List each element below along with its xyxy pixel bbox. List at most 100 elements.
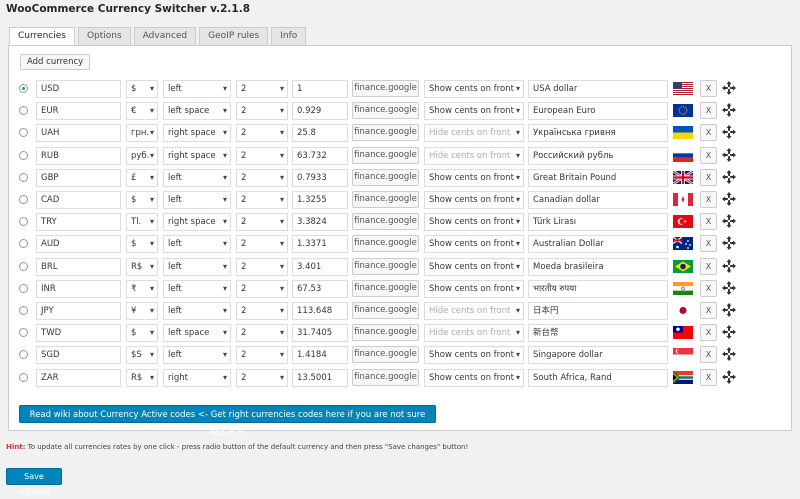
currency-code-input[interactable]: GBP bbox=[36, 168, 121, 187]
remove-currency-button[interactable]: X bbox=[700, 302, 717, 319]
finance-google-button[interactable]: finance.google bbox=[352, 346, 419, 364]
flag-icon-gb[interactable] bbox=[673, 170, 693, 184]
remove-currency-button[interactable]: X bbox=[700, 368, 717, 386]
cents-select[interactable]: Show cents on front bbox=[424, 346, 524, 365]
currency-code-input[interactable]: BRL bbox=[36, 257, 121, 276]
remove-currency-button[interactable]: X bbox=[700, 168, 717, 186]
move-icon[interactable] bbox=[722, 214, 736, 229]
remove-currency-button[interactable]: X bbox=[700, 146, 717, 164]
currency-symbol-select[interactable]: Tl. bbox=[126, 213, 158, 232]
finance-google-button[interactable]: finance.google bbox=[352, 257, 419, 275]
remove-currency-button[interactable]: X bbox=[700, 257, 717, 275]
currency-rate-input[interactable]: 67.53 bbox=[292, 279, 348, 298]
currency-symbol-select[interactable]: $ bbox=[126, 80, 158, 98]
currency-code-input[interactable]: INR bbox=[36, 279, 121, 298]
default-currency-radio[interactable] bbox=[19, 306, 28, 315]
remove-currency-button[interactable]: X bbox=[700, 80, 717, 97]
flag-icon-br[interactable] bbox=[673, 259, 693, 273]
finance-google-button[interactable]: finance.google bbox=[352, 213, 419, 231]
cents-select[interactable]: Hide cents on front bbox=[424, 302, 524, 320]
currency-position-select[interactable]: left bbox=[163, 80, 231, 98]
currency-decimals-select[interactable]: 2 bbox=[236, 257, 288, 276]
currency-description-input[interactable]: Canadian dollar bbox=[528, 191, 668, 209]
currency-code-input[interactable]: CAD bbox=[36, 191, 121, 209]
currency-decimals-select[interactable]: 2 bbox=[236, 191, 288, 209]
flag-icon-ca[interactable] bbox=[673, 193, 693, 206]
move-icon[interactable] bbox=[722, 303, 736, 317]
currency-decimals-select[interactable]: 2 bbox=[236, 368, 288, 387]
cents-select[interactable]: Show cents on front bbox=[424, 168, 524, 187]
currency-rate-input[interactable]: 0.929 bbox=[292, 102, 348, 121]
currency-description-input[interactable]: Українська гривня bbox=[528, 124, 668, 143]
currency-position-select[interactable]: right space bbox=[163, 124, 231, 143]
remove-currency-button[interactable]: X bbox=[700, 213, 717, 231]
currency-position-select[interactable]: left space bbox=[163, 324, 231, 343]
move-icon[interactable] bbox=[722, 369, 736, 384]
currency-rate-input[interactable]: 3.401 bbox=[292, 257, 348, 276]
finance-google-button[interactable]: finance.google bbox=[352, 168, 419, 186]
finance-google-button[interactable]: finance.google bbox=[352, 302, 419, 319]
currency-decimals-select[interactable]: 2 bbox=[236, 279, 288, 298]
move-icon[interactable] bbox=[722, 81, 736, 95]
tab-advanced[interactable]: Advanced bbox=[133, 27, 197, 45]
remove-currency-button[interactable]: X bbox=[700, 279, 717, 297]
currency-code-input[interactable]: RUB bbox=[36, 146, 121, 165]
currency-description-input[interactable]: Australian Dollar bbox=[528, 235, 668, 254]
currency-decimals-select[interactable]: 2 bbox=[236, 346, 288, 365]
currency-code-input[interactable]: AUD bbox=[36, 235, 121, 254]
cents-select[interactable]: Hide cents on front bbox=[424, 146, 524, 165]
currency-decimals-select[interactable]: 2 bbox=[236, 168, 288, 187]
save-changes-button[interactable]: Save changes bbox=[6, 468, 62, 496]
default-currency-radio[interactable] bbox=[19, 150, 28, 160]
finance-google-button[interactable]: finance.google bbox=[352, 324, 419, 342]
tab-info[interactable]: Info bbox=[271, 27, 307, 45]
currency-rate-input[interactable]: 1 bbox=[292, 80, 348, 98]
currency-symbol-select[interactable]: $ bbox=[126, 235, 158, 254]
default-currency-radio[interactable] bbox=[19, 328, 28, 338]
remove-currency-button[interactable]: X bbox=[700, 191, 717, 208]
default-currency-radio[interactable] bbox=[19, 217, 28, 227]
flag-icon-jp[interactable] bbox=[673, 304, 693, 317]
default-currency-radio[interactable] bbox=[19, 128, 28, 138]
currency-decimals-select[interactable]: 2 bbox=[236, 102, 288, 121]
currency-rate-input[interactable]: 0.7933 bbox=[292, 168, 348, 187]
currency-description-input[interactable]: Moeda brasileira bbox=[528, 257, 668, 276]
currency-rate-input[interactable]: 63.732 bbox=[292, 146, 348, 165]
finance-google-button[interactable]: finance.google bbox=[352, 124, 419, 142]
currency-description-input[interactable]: Российский рубль bbox=[528, 146, 668, 165]
cents-select[interactable]: Show cents on front bbox=[424, 213, 524, 232]
currency-decimals-select[interactable]: 2 bbox=[236, 235, 288, 254]
read-wiki-button[interactable]: Read wiki about Currency Active codes <-… bbox=[19, 405, 436, 438]
cents-select[interactable]: Show cents on front bbox=[424, 80, 524, 98]
flag-icon-eu[interactable] bbox=[673, 104, 693, 118]
currency-rate-input[interactable]: 25.8 bbox=[292, 124, 348, 143]
currency-decimals-select[interactable]: 2 bbox=[236, 213, 288, 232]
currency-decimals-select[interactable]: 2 bbox=[236, 124, 288, 143]
currency-decimals-select[interactable]: 2 bbox=[236, 302, 288, 320]
move-icon[interactable] bbox=[722, 325, 736, 340]
currency-symbol-select[interactable]: руб. bbox=[126, 146, 158, 165]
remove-currency-button[interactable]: X bbox=[700, 235, 717, 253]
currency-symbol-select[interactable]: £ bbox=[126, 168, 158, 187]
currency-decimals-select[interactable]: 2 bbox=[236, 146, 288, 165]
default-currency-radio[interactable] bbox=[19, 372, 28, 382]
currency-position-select[interactable]: left space bbox=[163, 102, 231, 121]
move-icon[interactable] bbox=[722, 236, 736, 251]
currency-description-input[interactable]: South Africa, Rand bbox=[528, 368, 668, 387]
currency-rate-input[interactable]: 31.7405 bbox=[292, 324, 348, 343]
currency-position-select[interactable]: left bbox=[163, 235, 231, 254]
currency-symbol-select[interactable]: $ bbox=[126, 191, 158, 209]
currency-position-select[interactable]: left bbox=[163, 302, 231, 320]
remove-currency-button[interactable]: X bbox=[700, 346, 717, 364]
currency-symbol-select[interactable]: грн. bbox=[126, 124, 158, 143]
cents-select[interactable]: Show cents on front bbox=[424, 235, 524, 254]
currency-position-select[interactable]: left bbox=[163, 168, 231, 187]
currency-symbol-select[interactable]: $ bbox=[126, 324, 158, 343]
cents-select[interactable]: Hide cents on front bbox=[424, 124, 524, 143]
finance-google-button[interactable]: finance.google bbox=[352, 146, 419, 164]
currency-rate-input[interactable]: 1.4184 bbox=[292, 346, 348, 365]
add-currency-button[interactable]: Add currency bbox=[20, 54, 91, 70]
cents-select[interactable]: Hide cents on front bbox=[424, 324, 524, 343]
currency-position-select[interactable]: right bbox=[163, 368, 231, 387]
currency-description-input[interactable]: Singapore dollar bbox=[528, 346, 668, 365]
